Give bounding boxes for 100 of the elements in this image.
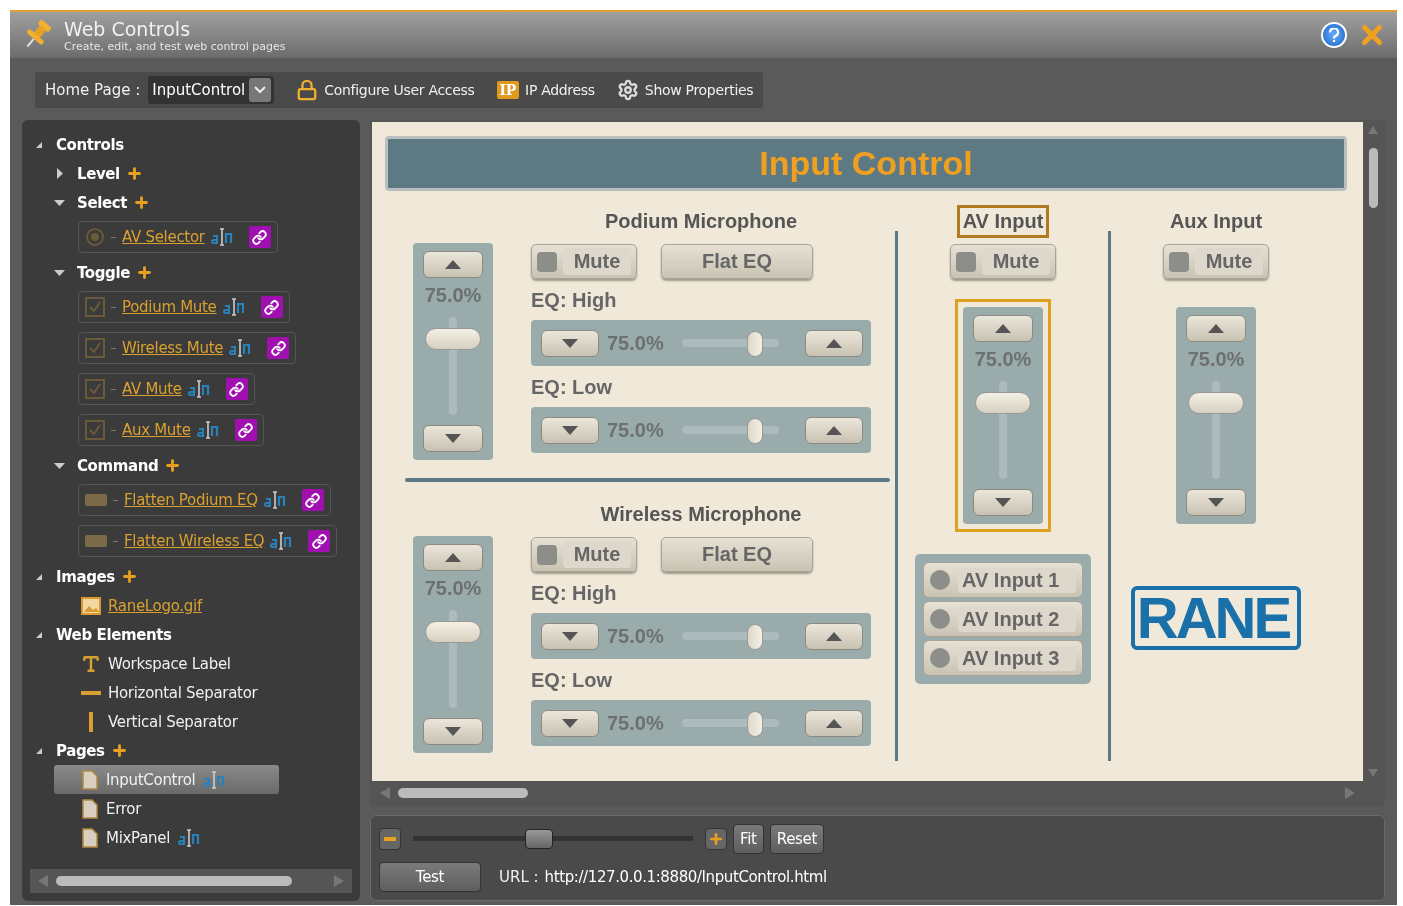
step-down-button[interactable] [973, 489, 1033, 516]
control-item[interactable]: Flatten Wireless EQ [78, 525, 338, 557]
step-up-button[interactable] [805, 709, 863, 737]
rename-icon[interactable] [222, 297, 247, 317]
link-icon[interactable] [301, 489, 324, 511]
step-up-button[interactable] [423, 251, 483, 278]
flat-eq-button[interactable]: Flat EQ [661, 244, 813, 279]
tree-group[interactable]: Controls [56, 135, 124, 154]
tree-group[interactable]: Pages [56, 741, 105, 760]
step-up-button[interactable] [805, 622, 863, 650]
step-up-button[interactable] [805, 416, 863, 444]
add-icon[interactable] [110, 742, 128, 759]
control-link[interactable]: AV Mute [122, 380, 182, 398]
tree-category[interactable]: Level [77, 164, 120, 183]
element-name[interactable]: Horizontal Separator [108, 683, 258, 702]
step-down-button[interactable] [423, 718, 483, 745]
add-icon[interactable] [132, 194, 150, 211]
fader-thumb[interactable] [975, 392, 1031, 415]
eq-thumb[interactable] [746, 331, 763, 357]
eq-thumb[interactable] [746, 711, 763, 737]
zoom-thumb[interactable] [525, 829, 553, 849]
toolbar-button[interactable]: IP IP Address [496, 81, 595, 99]
fader-thumb[interactable] [425, 328, 481, 351]
scroll-thumb[interactable] [56, 876, 292, 886]
control-item[interactable]: Wireless Mute [78, 332, 297, 364]
mute-toggle[interactable]: Mute [950, 244, 1056, 279]
link-icon[interactable] [260, 296, 283, 318]
tree-category[interactable]: Command [77, 456, 159, 475]
element-name[interactable]: Vertical Separator [108, 712, 238, 731]
link-icon[interactable] [234, 419, 257, 441]
page-item[interactable]: InputControl [54, 765, 279, 794]
control-link[interactable]: AV Selector [122, 228, 205, 246]
add-icon[interactable] [135, 264, 153, 281]
link-icon[interactable] [248, 226, 271, 248]
zoom-out-button[interactable] [379, 828, 401, 850]
tree-group[interactable]: Images [56, 567, 115, 586]
control-link[interactable]: Flatten Wireless EQ [124, 532, 265, 550]
fader-thumb[interactable] [425, 621, 481, 644]
control-item[interactable]: Podium Mute [78, 291, 290, 323]
collapse-arrow-icon[interactable] [54, 197, 65, 208]
control-link[interactable]: Flatten Podium EQ [124, 491, 258, 509]
fit-button[interactable]: Fit [733, 824, 764, 854]
step-down-button[interactable] [541, 416, 599, 444]
control-link[interactable]: Podium Mute [122, 298, 217, 316]
dropdown-button[interactable] [249, 78, 272, 102]
collapse-arrow-icon[interactable] [54, 460, 65, 471]
step-down-button[interactable] [541, 709, 599, 737]
step-down-button[interactable] [423, 425, 483, 452]
step-up-button[interactable] [423, 544, 483, 571]
scrollbar[interactable] [30, 869, 352, 893]
step-down-button[interactable] [541, 329, 599, 357]
image-link[interactable]: RaneLogo.gif [108, 596, 202, 615]
step-down-button[interactable] [541, 622, 599, 650]
mute-toggle[interactable]: Mute [531, 537, 637, 572]
add-icon[interactable] [164, 457, 182, 474]
mute-toggle[interactable]: Mute [1163, 244, 1269, 279]
control-link[interactable]: Aux Mute [122, 421, 191, 439]
reset-button[interactable]: Reset [769, 824, 825, 854]
control-item[interactable]: AV Selector [78, 221, 278, 253]
control-item[interactable]: Aux Mute [78, 414, 264, 446]
expander-icon[interactable] [36, 573, 42, 580]
expand-arrow-icon[interactable] [54, 168, 65, 179]
input-option[interactable]: AV Input 2 [923, 601, 1083, 637]
collapse-arrow-icon[interactable] [54, 267, 65, 278]
page-item[interactable]: Error [54, 794, 279, 823]
flat-eq-button[interactable]: Flat EQ [661, 537, 813, 572]
tree-category[interactable]: Select [77, 193, 127, 212]
scroll-thumb[interactable] [1368, 148, 1378, 208]
tree-group[interactable]: Web Elements [56, 625, 172, 644]
scroll-thumb[interactable] [398, 788, 528, 798]
mute-toggle[interactable]: Mute [531, 244, 637, 279]
tree-category[interactable]: Toggle [77, 263, 130, 282]
zoom-in-button[interactable] [705, 828, 727, 850]
control-item[interactable]: AV Mute [78, 373, 255, 405]
step-up-button[interactable] [1186, 315, 1246, 342]
rename-icon[interactable] [210, 227, 235, 247]
rename-icon[interactable] [187, 379, 212, 399]
add-icon[interactable] [120, 568, 138, 585]
help-button[interactable] [1321, 22, 1347, 48]
step-up-button[interactable] [805, 329, 863, 357]
expander-icon[interactable] [36, 141, 42, 148]
toolbar-button[interactable]: Configure User Access [296, 79, 475, 101]
toolbar-button[interactable]: Show Properties [616, 79, 754, 101]
home-page-dropdown[interactable]: InputControl [148, 76, 275, 104]
input-option[interactable]: AV Input 1 [923, 562, 1083, 598]
link-icon[interactable] [308, 530, 331, 552]
link-icon[interactable] [225, 378, 248, 400]
expander-icon[interactable] [36, 631, 42, 638]
step-down-button[interactable] [1186, 489, 1246, 516]
input-option[interactable]: AV Input 3 [923, 640, 1083, 676]
rename-icon[interactable] [263, 490, 288, 510]
eq-thumb[interactable] [746, 418, 763, 444]
page-item[interactable]: MixPanel [54, 823, 279, 852]
control-item[interactable]: Flatten Podium EQ [78, 484, 331, 516]
test-button[interactable]: Test [379, 862, 481, 892]
fader-thumb[interactable] [1188, 392, 1244, 415]
control-link[interactable]: Wireless Mute [122, 339, 224, 357]
element-name[interactable]: Workspace Label [108, 654, 231, 673]
add-icon[interactable] [125, 165, 143, 182]
expander-icon[interactable] [36, 747, 42, 754]
